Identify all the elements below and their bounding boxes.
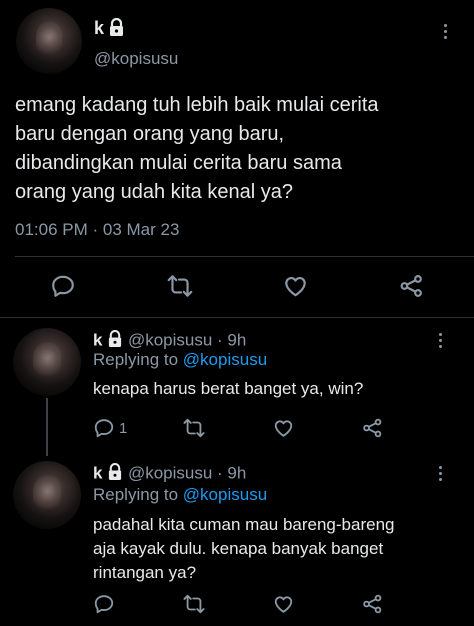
reply-header: k @kopisusu · 9h xyxy=(93,462,246,485)
reply-text-line: kenapa harus berat banget ya, win? xyxy=(93,379,364,398)
display-name[interactable]: k xyxy=(94,18,104,38)
avatar[interactable] xyxy=(13,461,81,529)
reply-text-line: padahal kita cuman mau bareng-bareng xyxy=(93,515,395,534)
tweet-text-line: emang kadang tuh lebih baik mulai cerita xyxy=(15,94,379,116)
tweet-text: emang kadang tuh lebih baik mulai cerita… xyxy=(15,91,465,207)
divider xyxy=(15,256,474,257)
share-icon[interactable] xyxy=(398,273,425,304)
reply-count: 1 xyxy=(119,419,128,437)
more-options-icon[interactable] xyxy=(436,333,444,348)
replying-to-label: Replying to xyxy=(93,350,179,369)
retweet-icon[interactable] xyxy=(182,593,206,620)
reply-header: k @kopisusu · 9h xyxy=(93,329,246,352)
avatar[interactable] xyxy=(16,8,82,74)
retweet-icon[interactable] xyxy=(182,417,206,444)
display-name[interactable]: k xyxy=(93,463,102,482)
share-icon[interactable] xyxy=(361,417,384,444)
share-icon[interactable] xyxy=(361,593,384,620)
like-icon[interactable] xyxy=(272,593,295,620)
thread-line xyxy=(46,398,48,456)
like-icon[interactable] xyxy=(272,417,295,444)
reply-text-line: aja kayak dulu. kenapa banyak banget xyxy=(93,539,384,558)
lock-icon xyxy=(108,18,125,41)
handle-time[interactable]: @kopisusu · 9h xyxy=(128,463,246,482)
handle[interactable]: @kopisusu xyxy=(94,49,178,69)
reply-icon[interactable] xyxy=(50,273,76,304)
reply-text: padahal kita cuman mau bareng-bareng aja… xyxy=(93,513,463,585)
replying-to-handle[interactable]: @kopisusu xyxy=(183,485,267,504)
reply-icon[interactable] xyxy=(93,593,115,620)
replying-to-handle[interactable]: @kopisusu xyxy=(183,350,267,369)
like-icon[interactable] xyxy=(282,273,309,304)
divider xyxy=(0,317,474,318)
replying-to: Replying to @kopisusu xyxy=(93,485,267,505)
reply-text-line: rintangan ya? xyxy=(93,563,197,582)
avatar[interactable] xyxy=(13,328,81,396)
lock-icon xyxy=(107,329,123,352)
retweet-icon[interactable] xyxy=(166,273,194,304)
tweet-text-line: orang yang udah kita kenal ya? xyxy=(15,181,293,203)
reply-icon xyxy=(94,419,114,438)
more-options-icon[interactable] xyxy=(436,466,444,481)
reply-text: kenapa harus berat banget ya, win? xyxy=(93,377,463,401)
author-name-row: k xyxy=(94,18,125,41)
lock-icon xyxy=(107,462,123,485)
replying-to: Replying to @kopisusu xyxy=(93,350,267,370)
tweet-text-line: baru dengan orang yang baru, xyxy=(15,123,285,145)
more-options-icon[interactable] xyxy=(441,24,449,39)
display-name[interactable]: k xyxy=(93,330,102,349)
tweet-text-line: dibandingkan mulai cerita baru sama xyxy=(15,152,342,174)
reply-button[interactable]: 1 xyxy=(93,417,127,439)
handle-time[interactable]: @kopisusu · 9h xyxy=(128,330,246,349)
timestamp[interactable]: 01:06 PM · 03 Mar 23 xyxy=(15,220,179,240)
replying-to-label: Replying to xyxy=(93,485,179,504)
